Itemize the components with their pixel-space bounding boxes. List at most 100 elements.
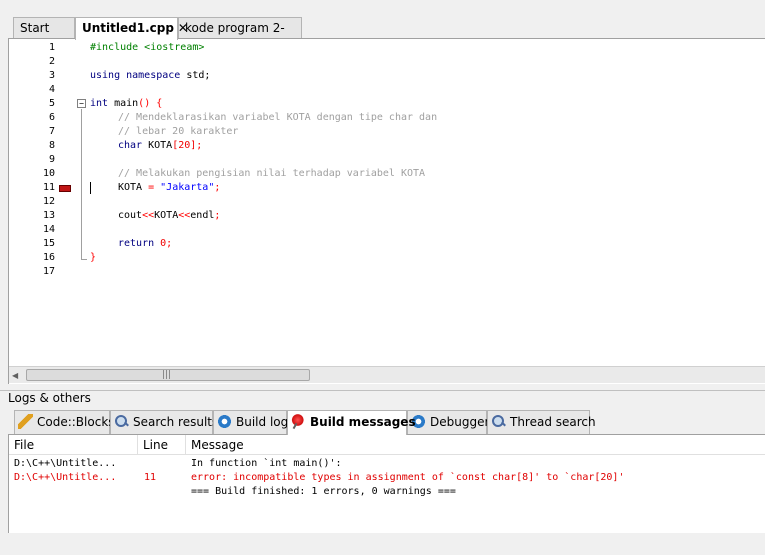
tab-label: Debugger	[430, 415, 490, 429]
text-cursor	[90, 182, 91, 194]
code-line-8[interactable]: char KOTA[20];	[118, 140, 202, 151]
message-file: D:\C++\Untitle...	[14, 472, 117, 483]
build-messages-header: File Line Message	[9, 435, 765, 455]
fold-guide-line	[81, 109, 82, 259]
line-number: 7	[48, 126, 55, 137]
message-line: 11	[144, 472, 157, 483]
code-line-11[interactable]: KOTA = "Jakarta";	[118, 182, 220, 193]
message-file: D:\C++\Untitle...	[14, 458, 117, 469]
tab-label: Thread search	[510, 415, 596, 429]
operator: {	[150, 98, 163, 109]
build-messages-panel[interactable]: File Line Message D:\C++\Untitle... In f…	[8, 434, 765, 533]
message-text: === Build finished: 1 errors, 0 warnings…	[191, 486, 456, 497]
build-message-row[interactable]: D:\C++\Untitle... 11 error: incompatible…	[9, 471, 765, 485]
line-number: 9	[48, 154, 55, 165]
code-text: KOTA	[142, 140, 173, 151]
line-number: 10	[42, 168, 55, 179]
tab-start-here[interactable]: Start here	[13, 17, 75, 55]
string-literal: "Jakarta"	[154, 182, 215, 193]
line-number-gutter[interactable]: 1 2 3 4 5 6 7 8 9 10 11 12 13 14 15 16 1…	[9, 39, 89, 366]
comment: // lebar 20 karakter	[118, 126, 239, 137]
operator: <<	[178, 210, 191, 221]
magnifier-icon	[114, 414, 129, 429]
logs-tab-bar: Code::Blocks Search results Build log Bu…	[8, 408, 765, 435]
tab-kode-program[interactable]: kode program 2-20.cpp	[178, 17, 302, 55]
line-number: 12	[42, 196, 55, 207]
fold-toggle-icon[interactable]: −	[77, 99, 86, 108]
gear-icon	[217, 414, 232, 429]
code-line-16[interactable]: }	[90, 252, 96, 263]
column-header-file[interactable]: File	[9, 435, 138, 455]
scrollbar-thumb[interactable]: |||	[26, 369, 310, 381]
code-line-10[interactable]: // Melakukan pengisian nilai terhadap va…	[118, 168, 425, 179]
operator: ;	[214, 182, 221, 193]
comment: // Melakukan pengisian nilai terhadap va…	[118, 168, 426, 179]
keyword: char	[118, 140, 143, 151]
horizontal-scrollbar[interactable]: ◀ |||	[9, 366, 765, 383]
error-marker-icon[interactable]	[59, 185, 71, 192]
tab-thread-search[interactable]: Thread search	[487, 410, 596, 434]
keyword: int	[90, 98, 109, 109]
operator: ()	[138, 98, 151, 109]
column-header-message[interactable]: Message	[186, 435, 765, 455]
line-number: 5	[48, 98, 55, 109]
line-number: 3	[48, 70, 55, 81]
code-text: KOTA	[118, 182, 149, 193]
tab-search-results[interactable]: Search results	[110, 410, 218, 434]
code-line-1[interactable]: #include <iostream>	[90, 42, 204, 53]
build-message-row[interactable]: === Build finished: 1 errors, 0 warnings…	[9, 485, 765, 499]
fold-end-marker	[81, 259, 87, 260]
number-literal: 0	[154, 238, 167, 249]
pin-icon	[291, 414, 306, 429]
line-number: 13	[42, 210, 55, 221]
code-line-3[interactable]: using namespace std;	[90, 70, 210, 81]
tab-label: Search results	[133, 415, 219, 429]
line-number: 16	[42, 252, 55, 263]
code-text: main	[108, 98, 139, 109]
code-editor[interactable]: 1 2 3 4 5 6 7 8 9 10 11 12 13 14 15 16 1…	[8, 39, 765, 384]
pencil-icon	[18, 414, 33, 429]
line-number: 2	[48, 56, 55, 67]
logs-panel-title: Logs & others	[0, 390, 765, 406]
tab-label: Untitled1.cpp	[82, 21, 174, 35]
keyword: return	[118, 238, 155, 249]
line-number: 6	[48, 112, 55, 123]
tab-untitled1-cpp[interactable]: Untitled1.cpp ✕	[75, 17, 188, 40]
close-icon[interactable]: ✕	[178, 21, 188, 35]
array-size: [20]	[172, 140, 197, 151]
line-number: 17	[42, 266, 55, 277]
code-text: KOTA	[154, 210, 179, 221]
editor-tab-bar: Start here Untitled1.cpp ✕ kode program 2…	[0, 0, 765, 55]
tab-label: Build messages	[310, 415, 416, 429]
scroll-left-arrow-icon[interactable]: ◀	[12, 371, 18, 380]
line-number: 4	[48, 84, 55, 95]
code-text: std;	[180, 70, 211, 81]
tab-label: Code::Blocks	[37, 415, 115, 429]
tab-build-log[interactable]: Build log	[213, 410, 289, 434]
tab-label: Build log	[236, 415, 289, 429]
code-line-6[interactable]: // Mendeklarasikan variabel KOTA dengan …	[118, 112, 437, 123]
message-text: In function `int main()':	[191, 458, 342, 469]
scrollbar-grip-icon: |||	[162, 370, 172, 380]
operator: ;	[196, 140, 203, 151]
column-header-line[interactable]: Line	[138, 435, 186, 455]
line-number: 15	[42, 238, 55, 249]
keyword: using namespace	[90, 70, 181, 81]
line-number: 8	[48, 140, 55, 151]
message-text: error: incompatible types in assignment …	[191, 472, 625, 483]
code-text: endl	[190, 210, 215, 221]
tab-debugger[interactable]: Debugger	[407, 410, 490, 434]
magnifier-icon	[491, 414, 506, 429]
code-text: cout	[118, 210, 143, 221]
line-number: 11	[42, 182, 55, 193]
code-line-5[interactable]: int main() {	[90, 98, 162, 109]
code-line-13[interactable]: cout<<KOTA<<endl;	[118, 210, 220, 221]
tab-code-blocks[interactable]: Code::Blocks	[14, 410, 115, 434]
build-message-row[interactable]: D:\C++\Untitle... In function `int main(…	[9, 457, 765, 471]
code-line-7[interactable]: // lebar 20 karakter	[118, 126, 238, 137]
operator: }	[90, 252, 97, 263]
operator: ;	[166, 238, 173, 249]
code-line-15[interactable]: return 0;	[118, 238, 172, 249]
comment: // Mendeklarasikan variabel KOTA dengan …	[118, 112, 438, 123]
tab-build-messages[interactable]: Build messages	[287, 410, 416, 435]
